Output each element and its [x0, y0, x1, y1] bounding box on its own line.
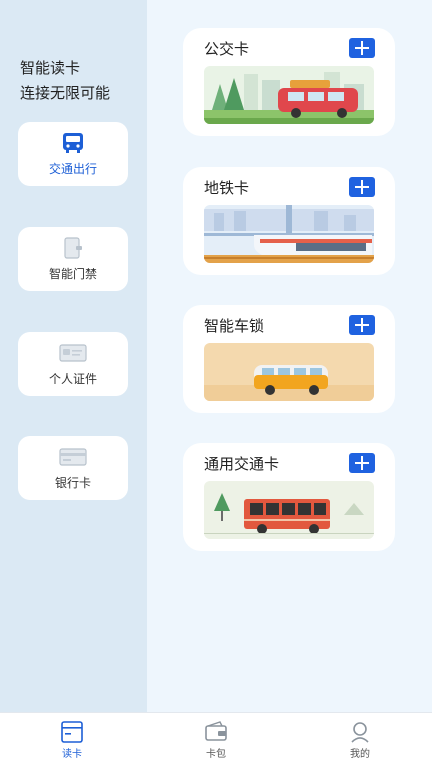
universal-transit-card-item[interactable]: 通用交通卡 [183, 443, 395, 551]
plus-icon[interactable] [349, 177, 375, 197]
tab-wallet[interactable]: 卡包 [144, 713, 288, 768]
category-bank-card[interactable]: 银行卡 [18, 436, 128, 500]
bus-icon [59, 132, 87, 154]
card-title: 公交卡 [204, 40, 250, 58]
id-card-icon [59, 342, 87, 364]
category-sidebar: 智能读卡 连接无限可能 交通出行 智能门禁 个人证件 银行卡 [0, 0, 147, 712]
bus-illustration [204, 481, 374, 539]
tab-label: 我的 [350, 749, 370, 760]
category-label: 银行卡 [54, 475, 91, 490]
category-label: 智能门禁 [48, 266, 97, 281]
headline-line-2: 连接无限可能 [20, 84, 111, 102]
category-label: 交通出行 [48, 161, 97, 176]
category-label: 个人证件 [48, 371, 97, 386]
category-access-control[interactable]: 智能门禁 [18, 227, 128, 291]
card-title: 智能车锁 [204, 317, 265, 335]
profile-icon [348, 721, 372, 743]
category-transport[interactable]: 交通出行 [18, 122, 128, 186]
headline: 智能读卡 连接无限可能 [20, 56, 110, 106]
metro-card-item[interactable]: 地铁卡 [183, 167, 395, 275]
wallet-icon [204, 721, 228, 743]
tab-label: 读卡 [62, 749, 82, 760]
card-title: 通用交通卡 [204, 455, 280, 473]
plus-icon[interactable] [349, 453, 375, 473]
category-id-card[interactable]: 个人证件 [18, 332, 128, 396]
card-reader-icon [60, 721, 84, 743]
headline-line-1: 智能读卡 [20, 59, 81, 77]
bottom-tab-bar: 读卡 卡包 我的 [0, 712, 432, 768]
bank-card-icon [59, 446, 87, 468]
tab-profile[interactable]: 我的 [288, 713, 432, 768]
plus-icon[interactable] [349, 38, 375, 58]
card-list: 公交卡 地铁卡 智能车锁 通用交通卡 [147, 0, 432, 712]
smart-lock-card-item[interactable]: 智能车锁 [183, 305, 395, 413]
tab-label: 卡包 [206, 749, 226, 760]
bus-card-item[interactable]: 公交卡 [183, 28, 395, 136]
tab-read-card[interactable]: 读卡 [0, 713, 144, 768]
van-illustration [204, 343, 374, 401]
plus-icon[interactable] [349, 315, 375, 335]
metro-train-illustration [204, 205, 374, 263]
city-car-illustration [204, 66, 374, 124]
card-title: 地铁卡 [204, 179, 250, 197]
door-card-icon [59, 236, 87, 259]
